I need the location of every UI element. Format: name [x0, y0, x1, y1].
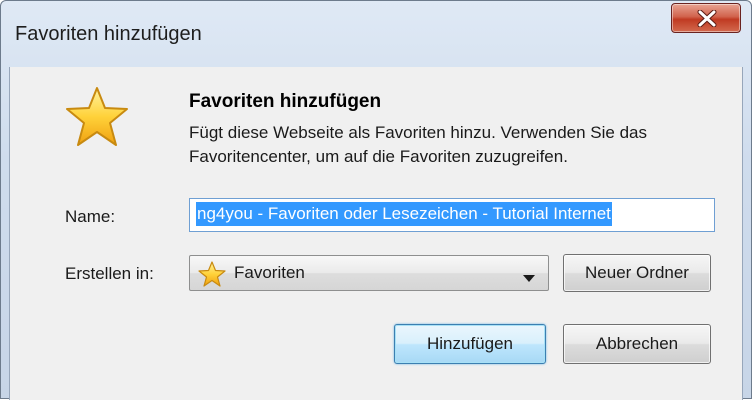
cancel-button[interactable]: Abbrechen — [563, 324, 711, 364]
close-x-icon — [697, 10, 717, 27]
add-button[interactable]: Hinzufügen — [394, 324, 546, 364]
star-icon — [63, 85, 131, 154]
dialog-window: Favoriten hinzufügen Favoriten hinzufüge… — [0, 0, 752, 400]
chevron-down-icon — [523, 270, 535, 288]
title-bar[interactable]: Favoriten hinzufügen — [1, 1, 751, 67]
close-button[interactable] — [671, 3, 741, 33]
create-in-dropdown[interactable]: Favoriten — [189, 255, 549, 291]
window-title: Favoriten hinzufügen — [15, 23, 202, 45]
dialog-heading: Favoriten hinzufügen — [189, 91, 382, 112]
name-label: Name: — [65, 207, 116, 226]
create-in-value: Favoriten — [234, 263, 305, 282]
name-input[interactable]: ng4you - Favoriten oder Lesezeichen - Tu… — [189, 198, 715, 232]
create-in-label: Erstellen in: — [65, 264, 154, 283]
star-icon — [197, 261, 227, 292]
dialog-description: Fügt diese Webseite als Favoriten hinzu.… — [189, 123, 648, 166]
name-input-value: ng4you - Favoriten oder Lesezeichen - Tu… — [196, 202, 612, 226]
new-folder-button[interactable]: Neuer Ordner — [563, 254, 711, 292]
